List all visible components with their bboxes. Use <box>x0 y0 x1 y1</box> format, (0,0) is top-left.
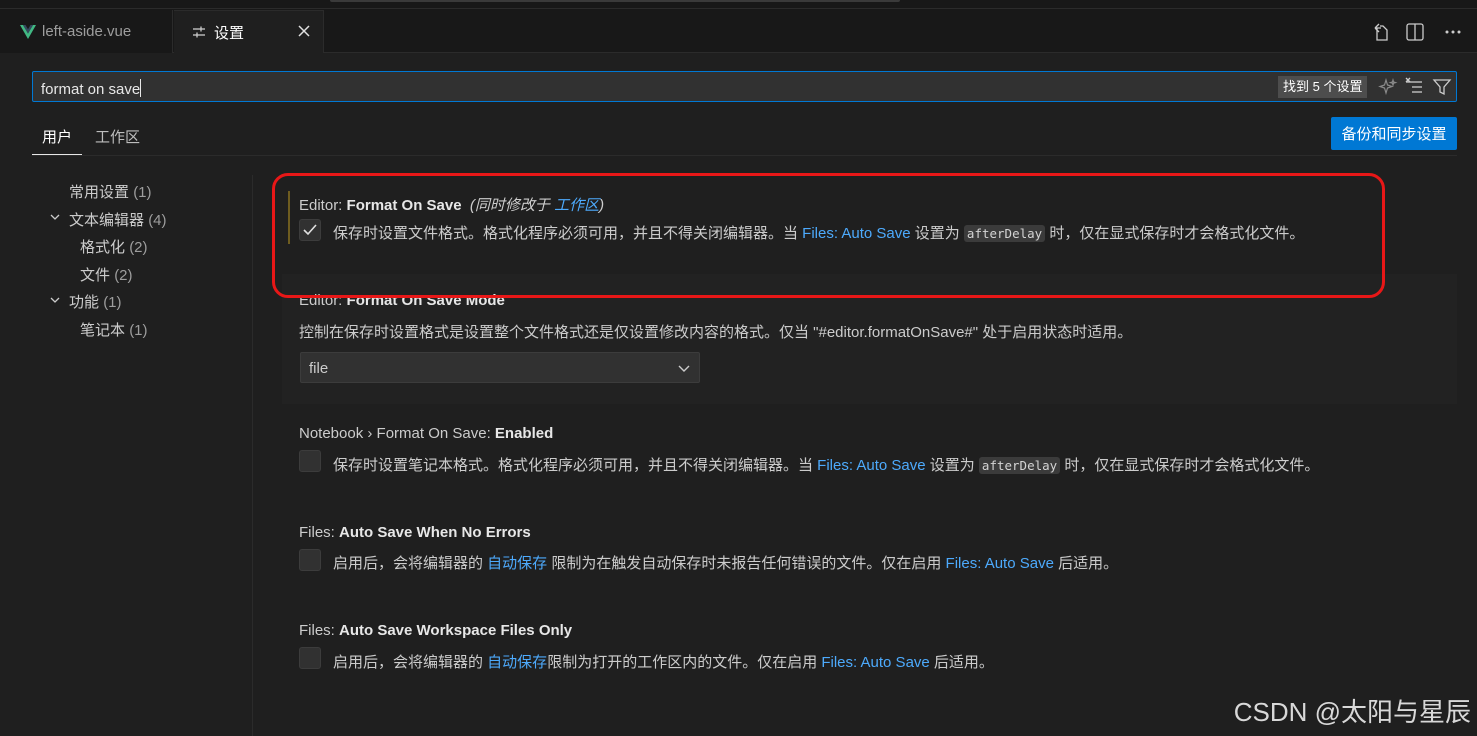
settings-icon <box>193 26 205 38</box>
close-icon[interactable] <box>295 22 313 40</box>
toc-item-formatting[interactable]: 格式化 (2) <box>80 236 148 257</box>
setting-description: 保存时设置笔记本格式。格式化程序必须可用，并且不得关闭编辑器。当 Files: … <box>333 457 1320 474</box>
tab-left-aside-vue[interactable]: left-aside.vue <box>0 10 173 53</box>
open-settings-json-icon[interactable] <box>1371 22 1391 42</box>
toc-item-common[interactable]: 常用设置 (1) <box>69 181 152 202</box>
setting-description: 控制在保存时设置格式是设置整个文件格式还是仅设置修改内容的格式。仅当 "#edi… <box>299 324 1133 341</box>
clear-filter-icon[interactable] <box>1404 77 1424 97</box>
title-bar-strip <box>0 0 1477 9</box>
split-editor-icon[interactable] <box>1405 22 1425 42</box>
tab-settings[interactable]: 设置 <box>174 10 324 53</box>
watermark: CSDN @太阳与星辰 <box>1233 697 1471 727</box>
tab-label: 设置 <box>214 24 245 42</box>
chevron-down-icon <box>678 365 690 372</box>
settings-search-input[interactable]: format on save 找到 5 个设置 <box>32 71 1457 102</box>
toc-item-features[interactable]: 功能 (1) <box>69 291 122 312</box>
files-auto-save-link[interactable]: Files: Auto Save <box>817 457 925 474</box>
setting-description: 启用后，会将编辑器的 自动保存限制为打开的工作区内的文件。仅在启用 Files:… <box>333 654 994 671</box>
search-value: format on save <box>41 79 142 98</box>
files-auto-save-link[interactable]: Files: Auto Save <box>821 654 929 671</box>
scope-divider <box>32 155 1457 156</box>
setting-title: Files: Auto Save Workspace Files Only <box>299 622 573 639</box>
editor-actions <box>1367 10 1477 53</box>
format-on-save-mode-select[interactable]: file <box>300 352 700 383</box>
filter-icon[interactable] <box>1432 77 1452 97</box>
annotation-highlight <box>272 173 1385 298</box>
setting-title: Files: Auto Save When No Errors <box>299 524 531 541</box>
command-center[interactable] <box>330 0 900 2</box>
tab-label: left-aside.vue <box>42 23 132 40</box>
backup-sync-button[interactable]: 备份和同步设置 <box>1331 117 1457 150</box>
setting-title: Notebook › Format On Save: Enabled <box>299 425 554 442</box>
toc-item-text-editor[interactable]: 文本编辑器 (4) <box>69 209 167 230</box>
sparkle-icon[interactable] <box>1378 77 1398 97</box>
select-value: file <box>309 360 329 377</box>
toc-item-files[interactable]: 文件 (2) <box>80 264 133 285</box>
notebook-format-on-save-checkbox[interactable] <box>299 450 321 472</box>
chevron-down-icon[interactable] <box>49 294 61 306</box>
files-auto-save-link[interactable]: Files: Auto Save <box>946 555 1054 572</box>
auto-save-link[interactable]: 自动保存 <box>487 555 547 572</box>
vue-icon <box>20 24 36 39</box>
setting-description: 启用后，会将编辑器的 自动保存 限制为在触发自动保存时未报告任何错误的文件。仅在… <box>333 555 1119 572</box>
auto-save-workspace-only-checkbox[interactable] <box>299 647 321 669</box>
tab-user[interactable]: 用户 <box>42 126 72 147</box>
tab-workspace[interactable]: 工作区 <box>95 126 140 147</box>
toc-item-notebook[interactable]: 笔记本 (1) <box>80 319 148 340</box>
auto-save-no-errors-checkbox[interactable] <box>299 549 321 571</box>
editor-tab-bar: left-aside.vue 设置 <box>0 0 1477 53</box>
more-actions-icon[interactable] <box>1443 22 1463 42</box>
auto-save-link[interactable]: 自动保存 <box>487 654 547 671</box>
chevron-down-icon[interactable] <box>49 211 61 223</box>
search-result-count: 找到 5 个设置 <box>1278 76 1368 98</box>
toc-divider <box>252 175 253 736</box>
